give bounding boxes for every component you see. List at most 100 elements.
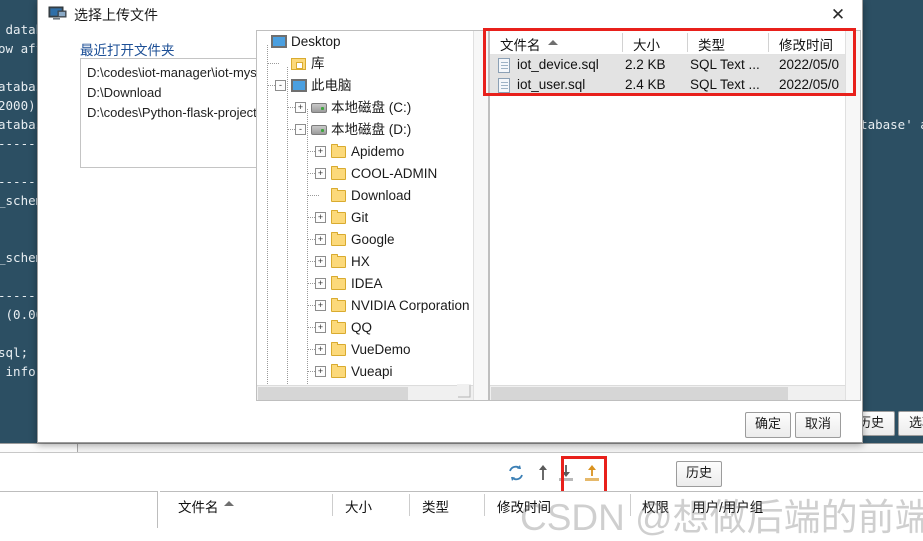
collapse-icon[interactable]: - bbox=[275, 80, 286, 91]
recent-folder-item[interactable]: D:\codes\Python-flask-project bbox=[87, 103, 276, 122]
folder-icon bbox=[331, 298, 346, 312]
options-button-behind[interactable]: 选项 bbox=[898, 411, 923, 436]
dialog-title: 选择上传文件 bbox=[74, 7, 158, 23]
recent-folder-item[interactable]: D:\codes\iot-manager\iot-mysql bbox=[87, 63, 276, 82]
expand-icon[interactable]: + bbox=[315, 168, 326, 179]
bottom-col-size[interactable]: 大小 bbox=[345, 496, 372, 516]
filelist-vscrollbar[interactable] bbox=[845, 31, 860, 400]
file-upload-dialog: 选择上传文件 ✕ 最近打开文件夹 D:\codes\iot-manager\io… bbox=[37, 0, 863, 443]
expand-icon[interactable]: + bbox=[315, 212, 326, 223]
tree-node-label: 此电脑 bbox=[311, 78, 352, 93]
ok-button[interactable]: 确定 bbox=[745, 412, 791, 438]
upload-highlighted-icon[interactable] bbox=[582, 463, 602, 483]
app-bottom-toolbar bbox=[0, 452, 923, 488]
bottom-col-modified[interactable]: 修改时间 bbox=[497, 496, 551, 516]
expand-icon[interactable]: + bbox=[315, 300, 326, 311]
bottom-col-permissions[interactable]: 权限 bbox=[642, 496, 669, 516]
tree-node-label: 库 bbox=[311, 56, 325, 71]
expand-icon[interactable]: + bbox=[315, 234, 326, 245]
tree-node-vuedemo[interactable]: + VueDemo bbox=[257, 339, 475, 361]
expand-icon[interactable]: + bbox=[295, 102, 306, 113]
bottom-col-owner[interactable]: 用户/用户组 bbox=[692, 496, 763, 516]
filelist-hscrollbar[interactable] bbox=[490, 385, 845, 400]
monitor-icon bbox=[271, 35, 287, 48]
tree-node--c-[interactable]: + 本地磁盘 (C:) bbox=[257, 97, 475, 119]
tree-node-download[interactable]: Download bbox=[257, 185, 475, 207]
file-size: 2.4 KB bbox=[625, 77, 666, 92]
tree-node-qq[interactable]: + QQ bbox=[257, 317, 475, 339]
close-icon[interactable]: ✕ bbox=[818, 2, 858, 28]
tree-guide-line bbox=[267, 45, 269, 386]
col-header-size[interactable]: 大小 bbox=[633, 34, 660, 54]
tree-node-label: 本地磁盘 (D:) bbox=[331, 122, 412, 137]
tree-node-vueapi[interactable]: + Vueapi bbox=[257, 361, 475, 383]
folder-icon bbox=[331, 144, 346, 158]
terminal-line: sql; bbox=[0, 345, 29, 360]
tree-node-apidemo[interactable]: + Apidemo bbox=[257, 141, 475, 163]
tree-node-label: Vueapi bbox=[351, 364, 393, 379]
bottom-col-type[interactable]: 类型 bbox=[422, 496, 449, 516]
upload-arrow-icon[interactable] bbox=[533, 463, 553, 483]
folder-icon bbox=[331, 166, 346, 180]
col-header-type[interactable]: 类型 bbox=[698, 34, 725, 54]
folder-icon bbox=[331, 210, 346, 224]
drive-icon bbox=[311, 103, 327, 113]
file-type: SQL Text ... bbox=[690, 77, 760, 92]
tree-node--[interactable]: - 此电脑 bbox=[257, 75, 475, 97]
tree-node-cool-admin[interactable]: + COOL-ADMIN bbox=[257, 163, 475, 185]
folder-icon bbox=[331, 188, 346, 202]
collapse-icon[interactable]: - bbox=[295, 124, 306, 135]
folder-tree[interactable]: Desktop 库 - 此电脑 + 本地磁盘 (C:) - 本地磁盘 (D:) + Apidemo… bbox=[257, 31, 475, 386]
tree-hscrollbar[interactable] bbox=[257, 385, 473, 400]
tree-node-idea[interactable]: + IDEA bbox=[257, 273, 475, 295]
tree-node-google[interactable]: + Google bbox=[257, 229, 475, 251]
expand-icon[interactable]: + bbox=[315, 256, 326, 267]
tree-node-git[interactable]: + Git bbox=[257, 207, 475, 229]
screenshot-root: database ow affe atabase 2000): atabase -----… bbox=[0, 0, 923, 538]
file-modified: 2022/05/0 bbox=[779, 77, 840, 92]
refresh-icon[interactable] bbox=[506, 463, 526, 483]
tree-vscrollbar[interactable] bbox=[473, 31, 488, 400]
tree-node-label: Desktop bbox=[291, 34, 341, 49]
file-list-panel[interactable]: 文件名 大小 类型 修改时间 iot_device.sql 2.2 KB SQL T… bbox=[489, 30, 861, 401]
col-header-filename[interactable]: 文件名 bbox=[500, 34, 541, 54]
expand-icon[interactable]: + bbox=[315, 278, 326, 289]
folder-icon bbox=[331, 276, 346, 290]
bottom-file-table: 文件名 大小 类型 修改时间 权限 用户/用户组 bbox=[160, 491, 923, 529]
tree-node--d-[interactable]: - 本地磁盘 (D:) bbox=[257, 119, 475, 141]
history-button-bottom[interactable]: 历史 bbox=[676, 461, 722, 487]
folder-icon bbox=[331, 254, 346, 268]
tree-node-label: Download bbox=[351, 188, 412, 203]
tree-node-hx[interactable]: + HX bbox=[257, 251, 475, 273]
recent-folders-list[interactable]: D:\codes\iot-manager\iot-mysql D:\Downloa… bbox=[80, 58, 283, 168]
file-name: iot_device.sql bbox=[517, 57, 599, 72]
tree-node-label: Apidemo bbox=[351, 144, 405, 159]
tree-node-label: Git bbox=[351, 210, 369, 225]
file-modified: 2022/05/0 bbox=[779, 57, 840, 72]
file-list-header: 文件名 大小 类型 修改时间 bbox=[490, 31, 860, 55]
tree-guide-line bbox=[287, 67, 289, 386]
tree-node-label: QQ bbox=[351, 320, 373, 335]
file-list-row[interactable]: iot_user.sql 2.4 KB SQL Text ... 2022/05/0 bbox=[490, 75, 860, 95]
recent-folder-item[interactable]: D:\Download bbox=[87, 83, 276, 102]
folder-icon bbox=[331, 320, 346, 334]
tree-node--[interactable]: 库 bbox=[257, 53, 475, 75]
col-header-modified[interactable]: 修改时间 bbox=[779, 34, 833, 54]
expand-icon[interactable]: + bbox=[315, 322, 326, 333]
expand-icon[interactable]: + bbox=[315, 344, 326, 355]
expand-icon[interactable]: + bbox=[315, 146, 326, 157]
file-list-row[interactable]: iot_device.sql 2.2 KB SQL Text ... 2022/05/… bbox=[490, 55, 860, 75]
folder-tree-panel[interactable]: Desktop 库 - 此电脑 + 本地磁盘 (C:) - 本地磁盘 (D:) + Apidemo… bbox=[256, 30, 489, 401]
bottom-sort-asc-icon bbox=[224, 501, 234, 506]
tree-node-nvidia-corporation[interactable]: + NVIDIA Corporation bbox=[257, 295, 475, 317]
cancel-button[interactable]: 取消 bbox=[795, 412, 841, 438]
bottom-col-filename[interactable]: 文件名 bbox=[178, 496, 219, 516]
transfer-toolbar bbox=[506, 462, 616, 486]
expand-icon[interactable]: + bbox=[315, 366, 326, 377]
download-icon[interactable] bbox=[556, 463, 576, 483]
tree-node-desktop[interactable]: Desktop bbox=[257, 31, 475, 53]
file-name: iot_user.sql bbox=[517, 77, 586, 92]
tree-node-label: HX bbox=[351, 254, 370, 269]
folder-icon bbox=[331, 342, 346, 356]
sql-file-icon bbox=[498, 58, 510, 73]
